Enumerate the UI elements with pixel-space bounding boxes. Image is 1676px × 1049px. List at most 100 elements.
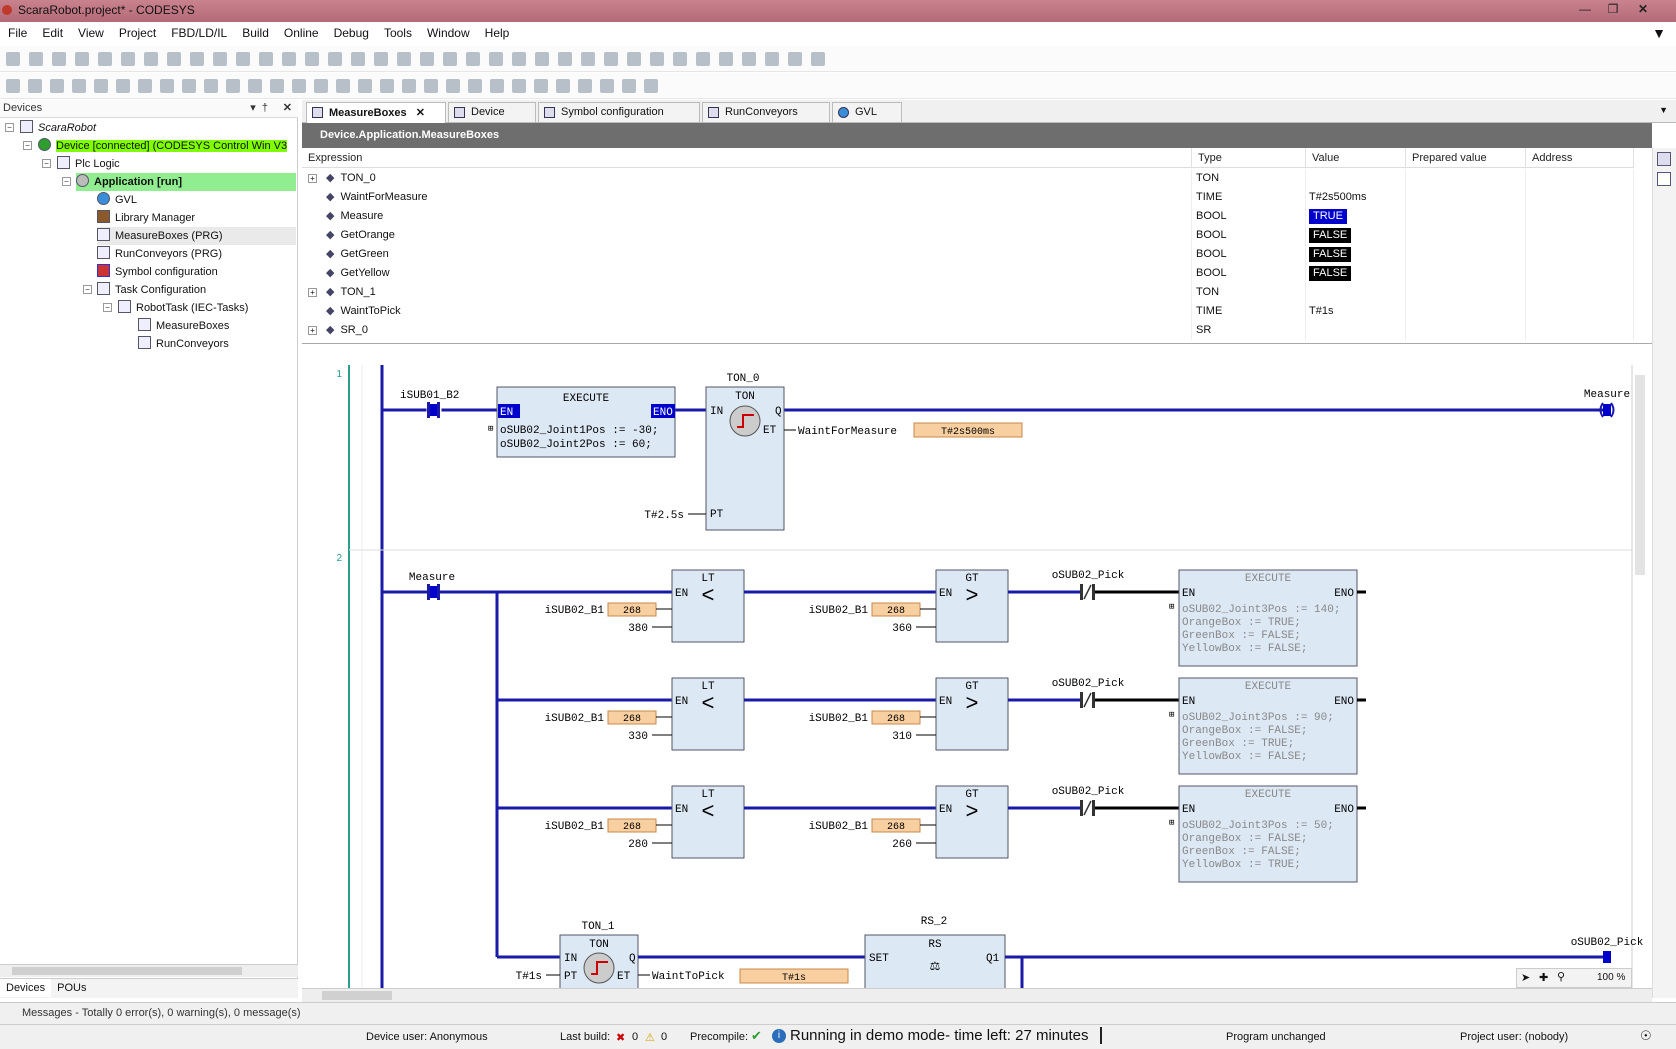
- menu-fbd[interactable]: FBD/LD/IL: [163, 22, 234, 40]
- watch-row[interactable]: ◆ GetYellow BOOL FALSE: [302, 264, 1634, 283]
- toolbar-button-icon[interactable]: [534, 79, 548, 93]
- toolbar-button-icon[interactable]: [50, 79, 64, 93]
- zoom-level[interactable]: 100 %: [1597, 972, 1625, 983]
- tree-node-runconveyors[interactable]: RunConveyors (PRG): [97, 245, 222, 263]
- pointer-icon[interactable]: ➤: [1521, 971, 1530, 984]
- toolbar-button-icon[interactable]: [535, 52, 549, 66]
- watch-value[interactable]: FALSE: [1306, 226, 1406, 245]
- tree-node-gvl[interactable]: GVL: [97, 191, 137, 209]
- watch-value[interactable]: T#1s: [1306, 302, 1406, 321]
- watch-prepared[interactable]: [1406, 321, 1526, 340]
- tab-symbol-config[interactable]: Symbol configuration: [538, 102, 700, 122]
- tab-device[interactable]: Device: [448, 102, 536, 122]
- watch-prepared[interactable]: [1406, 302, 1526, 321]
- toolbar-button-icon[interactable]: [29, 52, 43, 66]
- minimize-icon[interactable]: —: [1572, 2, 1598, 18]
- toolbar-button-icon[interactable]: [443, 52, 457, 66]
- watch-row[interactable]: + ◆ TON_0 TON: [302, 169, 1634, 188]
- toolbar-button-icon[interactable]: [160, 79, 174, 93]
- zoom-icon[interactable]: ⚲: [1557, 970, 1565, 983]
- demo-mode-notice[interactable]: i Running in demo mode- time left: 27 min…: [772, 1027, 1103, 1044]
- menu-file[interactable]: File: [0, 22, 34, 40]
- toolbar-button-icon[interactable]: [788, 52, 802, 66]
- tab-pous[interactable]: POUs: [51, 979, 92, 997]
- expand-icon[interactable]: ⊞: [1169, 602, 1174, 612]
- menu-view[interactable]: View: [70, 22, 111, 40]
- tree-node-task-config[interactable]: Task Configuration: [97, 281, 206, 299]
- expand-toggle[interactable]: −: [42, 159, 51, 168]
- watch-row[interactable]: ◆ GetOrange BOOL FALSE: [302, 226, 1634, 245]
- toolbar-button-icon[interactable]: [380, 79, 394, 93]
- col-type[interactable]: Type: [1192, 148, 1306, 168]
- tree-node-library-manager[interactable]: Library Manager: [97, 209, 195, 227]
- watch-prepared[interactable]: [1406, 226, 1526, 245]
- negated-contact[interactable]: [1083, 800, 1092, 816]
- toolbar-button-icon[interactable]: [144, 52, 158, 66]
- toolbar-button-icon[interactable]: [512, 79, 526, 93]
- toolbar-button-icon[interactable]: [190, 52, 204, 66]
- restore-icon[interactable]: ❐: [1600, 2, 1626, 18]
- expand-toggle[interactable]: −: [5, 123, 14, 132]
- expand-icon[interactable]: ⊞: [1169, 818, 1174, 828]
- toolbar-button-icon[interactable]: [204, 79, 218, 93]
- toolbar-button-icon[interactable]: [468, 79, 482, 93]
- toolbar-button-icon[interactable]: [28, 79, 42, 93]
- watch-value[interactable]: [1306, 169, 1406, 188]
- toolbar-button-icon[interactable]: [98, 52, 112, 66]
- toolbar-button-icon[interactable]: [305, 52, 319, 66]
- col-prepared[interactable]: Prepared value: [1406, 148, 1526, 168]
- toolbar-button-icon[interactable]: [558, 52, 572, 66]
- contact-measure[interactable]: [430, 586, 437, 598]
- toolbar-button-icon[interactable]: [420, 52, 434, 66]
- pan-icon[interactable]: ✚: [1539, 971, 1548, 984]
- toolbar-button-icon[interactable]: [719, 52, 733, 66]
- tree-node-robottask[interactable]: RobotTask (IEC-Tasks): [118, 299, 248, 317]
- watch-prepared[interactable]: [1406, 264, 1526, 283]
- tab-close-icon[interactable]: ✕: [416, 107, 425, 119]
- tree-node-device[interactable]: Device [connected] (CODESYS Control Win …: [38, 137, 296, 155]
- watch-prepared[interactable]: [1406, 188, 1526, 207]
- tab-dropdown-icon[interactable]: ▼: [1659, 105, 1668, 115]
- toolbar-button-icon[interactable]: [336, 79, 350, 93]
- tree-node-plc-logic[interactable]: Plc Logic: [57, 155, 120, 173]
- toolbar-button-icon[interactable]: [490, 79, 504, 93]
- watch-row[interactable]: ◆ WaintToPick TIME T#1s: [302, 302, 1634, 321]
- toolbar-button-icon[interactable]: [138, 79, 152, 93]
- watch-row[interactable]: ◆ Measure BOOL TRUE: [302, 207, 1634, 226]
- toolbar-button-icon[interactable]: [358, 79, 372, 93]
- toolbar-button-icon[interactable]: [248, 79, 262, 93]
- watch-row[interactable]: + ◆ SR_0 SR: [302, 321, 1634, 340]
- toolbar-button-icon[interactable]: [765, 52, 779, 66]
- menu-online[interactable]: Online: [276, 22, 326, 40]
- toolbar-button-icon[interactable]: [604, 52, 618, 66]
- toolbar-button-icon[interactable]: [182, 79, 196, 93]
- expand-toggle[interactable]: −: [23, 141, 32, 150]
- negated-contact[interactable]: [1083, 692, 1092, 708]
- menu-edit[interactable]: Edit: [34, 22, 70, 40]
- menu-debug[interactable]: Debug: [326, 22, 376, 40]
- toolbar-button-icon[interactable]: [466, 52, 480, 66]
- toolbar-button-icon[interactable]: [72, 79, 86, 93]
- tree-node-symbol-config[interactable]: Symbol configuration: [97, 263, 218, 281]
- watch-value[interactable]: FALSE: [1306, 245, 1406, 264]
- toolbar-button-icon[interactable]: [374, 52, 388, 66]
- expand-toggle[interactable]: −: [103, 303, 112, 312]
- diagram-hscrollbar[interactable]: [302, 988, 1652, 1002]
- menu-build[interactable]: Build: [234, 22, 276, 40]
- panel-close-icon[interactable]: ✕: [283, 101, 292, 114]
- expand-toggle[interactable]: −: [62, 177, 71, 186]
- toolbar-button-icon[interactable]: [259, 52, 273, 66]
- watch-prepared[interactable]: [1406, 245, 1526, 264]
- tree-node-project[interactable]: ScaraRobot: [20, 119, 96, 137]
- tree-node-application[interactable]: Application [run]: [76, 173, 296, 191]
- toolbar-button-icon[interactable]: [644, 79, 658, 93]
- toolbar-button-icon[interactable]: [578, 79, 592, 93]
- watch-value[interactable]: TRUE: [1306, 207, 1406, 226]
- toolbar-button-icon[interactable]: [236, 52, 250, 66]
- coil-measure[interactable]: [1603, 404, 1611, 416]
- toolbar-button-icon[interactable]: [627, 52, 641, 66]
- filter-icon[interactable]: ▼: [1652, 25, 1666, 41]
- toolbar-button-icon[interactable]: [424, 79, 438, 93]
- menu-help[interactable]: Help: [477, 22, 517, 40]
- toolbar-button-icon[interactable]: [52, 52, 66, 66]
